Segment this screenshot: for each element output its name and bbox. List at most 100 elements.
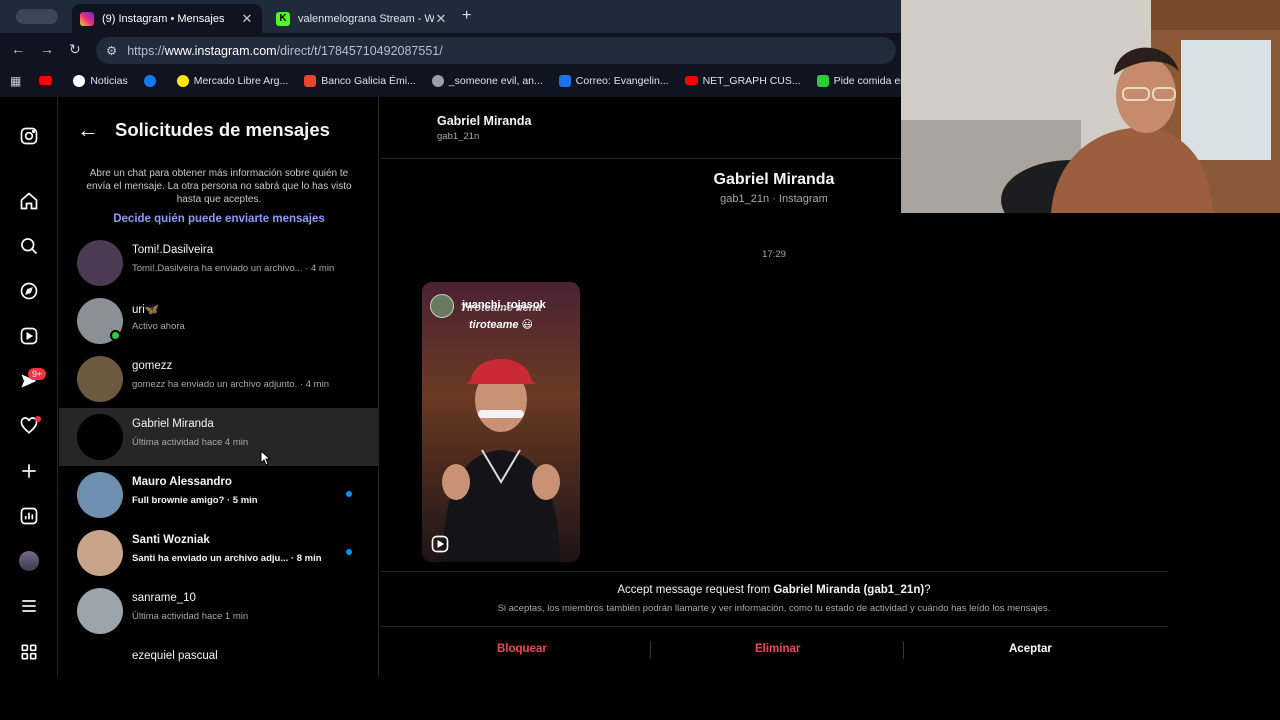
- decide-who-can-message-link[interactable]: Decide quién puede enviarte mensajes: [59, 213, 378, 225]
- action-divider: [903, 641, 904, 659]
- avatar: [77, 530, 123, 576]
- youtube-icon: [684, 76, 698, 85]
- request-thread-item[interactable]: uri🦋 Activo ahora: [59, 292, 378, 350]
- avatar: [77, 472, 123, 518]
- food-icon: [816, 74, 829, 87]
- unread-dot: [346, 549, 352, 555]
- request-thread-item[interactable]: Mauro Alessandro Full brownie amigo? · 5 …: [59, 466, 378, 524]
- request-thread-item[interactable]: gomezz gomezz ha enviado un archivo adjun…: [59, 350, 378, 408]
- shared-reel[interactable]: Tiroteame nena juanchi_rojasok tiroteame…: [422, 282, 580, 562]
- back-arrow-icon[interactable]: ←: [77, 117, 99, 143]
- tab-instagram[interactable]: (9) Instagram • Mensajes ✕: [72, 4, 262, 33]
- webcam-image: [901, 0, 1280, 213]
- tab-search-button[interactable]: [16, 9, 58, 24]
- message-timestamp: 17:29: [762, 249, 786, 260]
- thread-name: ezequiel pascual: [132, 650, 218, 662]
- profile-avatar-icon[interactable]: [17, 549, 41, 573]
- close-icon[interactable]: ✕: [240, 11, 254, 27]
- unread-dot: [346, 491, 352, 497]
- request-thread-item[interactable]: sanrame_10 Última actividad hace 1 min: [59, 582, 378, 640]
- panel-header: ← Solicitudes de mensajes: [77, 117, 330, 143]
- accept-request-subtitle: Si aceptas, los miembros también podrán …: [497, 603, 1051, 614]
- bookmark-correo[interactable]: Correo: Evangelin...: [558, 74, 669, 87]
- action-divider: [650, 641, 651, 659]
- thread-preview: Última actividad hace 1 min: [132, 611, 249, 622]
- address-bar[interactable]: ⚙ https://www.instagram.com/direct/t/178…: [96, 37, 896, 64]
- thread-name: Tomi!.Dasilveira: [132, 244, 214, 256]
- home-icon[interactable]: [17, 189, 41, 213]
- bookmark-netgraph[interactable]: NET_GRAPH CUS...: [684, 75, 801, 87]
- avatar: [77, 414, 123, 460]
- thread-name: Gabriel Miranda: [132, 418, 214, 430]
- instagram-favicon-icon: [80, 11, 94, 26]
- bookmark-galicia[interactable]: Banco Galicia Émi...: [304, 74, 416, 87]
- tab-stream[interactable]: K valenmelograna Stream - Wat ✕: [268, 4, 456, 33]
- url-path: /direct/t/17845710492087551/: [276, 43, 443, 58]
- bookmark-youtube[interactable]: [39, 76, 57, 85]
- bookmark-noticias[interactable]: Noticias: [73, 74, 128, 87]
- thread-preview: Santi ha enviado un archivo adju... · 8 …: [132, 553, 322, 564]
- request-thread-item[interactable]: Tomi!.Dasilveira Tomi!.Dasilveira ha envi…: [59, 234, 378, 292]
- close-icon[interactable]: ✕: [434, 11, 448, 27]
- kick-favicon-icon: K: [276, 11, 290, 26]
- back-arrow-icon[interactable]: ←: [11, 41, 25, 57]
- avatar: [77, 240, 123, 286]
- mouse-cursor-icon: [260, 450, 272, 466]
- site-settings-icon[interactable]: ⚙: [106, 43, 117, 58]
- avatar: [77, 356, 123, 402]
- online-status-dot: [110, 330, 121, 341]
- dashboard-icon[interactable]: [17, 504, 41, 528]
- webcam-overlay: [901, 0, 1280, 213]
- reload-icon[interactable]: ↻: [69, 41, 81, 58]
- tab-title: (9) Instagram • Mensajes: [102, 12, 225, 25]
- explore-icon[interactable]: [17, 279, 41, 303]
- chat-header-username: gab1_21n: [437, 131, 480, 142]
- chat-header-name[interactable]: Gabriel Miranda: [437, 114, 531, 128]
- message-requests-panel: ← Solicitudes de mensajes Abre un chat p…: [59, 97, 379, 677]
- notification-dot: [35, 416, 41, 422]
- accept-button[interactable]: Aceptar: [1009, 643, 1052, 655]
- tab-title: valenmelograna Stream - Wat: [298, 12, 434, 25]
- search-icon[interactable]: [17, 234, 41, 258]
- requests-info-text: Abre un chat para obtener más informació…: [86, 168, 352, 205]
- request-thread-item[interactable]: Santi Wozniak Santi ha enviado un archivo…: [59, 524, 378, 582]
- thread-preview: Activo ahora: [132, 321, 185, 332]
- avatar: [77, 588, 123, 634]
- thread-name: Mauro Alessandro: [132, 476, 232, 488]
- accept-request-box: Accept message request from Gabriel Mira…: [380, 571, 1168, 627]
- google-icon: [73, 74, 86, 87]
- block-button[interactable]: Bloquear: [497, 643, 547, 655]
- request-thread-item[interactable]: Gabriel Miranda Última actividad hace 4 m…: [59, 408, 378, 466]
- url-domain: www.instagram.com: [164, 43, 277, 58]
- thread-name: Santi Wozniak: [132, 534, 210, 546]
- bookmark-facebook[interactable]: [143, 74, 161, 87]
- bookmark-someone-evil[interactable]: _someone evil, an...: [431, 74, 543, 87]
- thread-name: uri🦋: [132, 304, 160, 316]
- instagram-logo-icon[interactable]: [17, 124, 41, 148]
- new-tab-icon[interactable]: +: [462, 7, 471, 25]
- facebook-icon: [143, 74, 156, 87]
- accept-request-name: Gabriel Miranda (gab1_21n): [773, 584, 925, 596]
- galicia-icon: [304, 74, 317, 87]
- globe-icon: [431, 74, 444, 87]
- instagram-nav-rail: 9+: [0, 97, 58, 677]
- create-icon[interactable]: [17, 459, 41, 483]
- forward-arrow-icon[interactable]: →: [40, 41, 54, 57]
- url-prefix: https://: [127, 43, 165, 58]
- thread-preview: Full brownie amigo? · 5 min: [132, 495, 258, 506]
- reel-author-username: juanchi_rojasok: [462, 299, 546, 311]
- bookmark-mercadolibre[interactable]: Mercado Libre Arg...: [176, 74, 288, 87]
- messages-badge: 9+: [28, 368, 47, 380]
- apps-grid-icon[interactable]: ▦: [10, 74, 21, 88]
- thread-preview: gomezz ha enviado un archivo adjunto. · …: [132, 379, 329, 390]
- thread-preview: Última actividad hace 4 min: [132, 437, 249, 448]
- outlook-icon: [558, 74, 571, 87]
- menu-icon[interactable]: [17, 594, 41, 618]
- request-thread-item[interactable]: ezequiel pascual: [59, 640, 378, 677]
- avatar: [77, 646, 123, 677]
- delete-button[interactable]: Eliminar: [755, 643, 800, 655]
- reels-icon[interactable]: [17, 324, 41, 348]
- threads-apps-icon[interactable]: [17, 640, 41, 664]
- reel-caption: tiroteame 😃: [468, 319, 534, 331]
- thread-name: sanrame_10: [132, 592, 196, 604]
